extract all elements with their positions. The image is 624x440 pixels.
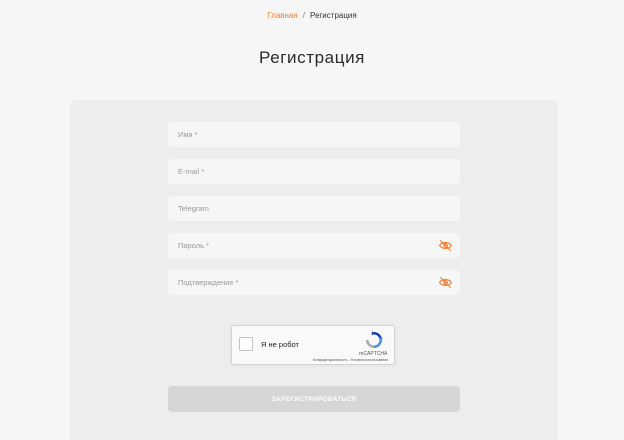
page-title: Регистрация: [259, 48, 365, 67]
confirm-password-input[interactable]: [168, 270, 460, 295]
password-input[interactable]: [168, 233, 460, 258]
eye-off-icon[interactable]: [439, 277, 452, 288]
email-input[interactable]: [168, 159, 460, 184]
recaptcha-privacy-link[interactable]: Конфиденциальность: [313, 358, 347, 362]
register-button[interactable]: ЗАРЕГИСТРИРОВАТЬСЯ: [168, 386, 460, 412]
confirm-password-field: [168, 270, 460, 295]
telegram-field: [168, 196, 460, 221]
recaptcha-widget: Я не робот reCAPTCHA Конфиденциальность …: [231, 325, 395, 365]
breadcrumb-separator: /: [302, 11, 305, 20]
password-field: [168, 233, 460, 258]
registration-form: Я не робот reCAPTCHA Конфиденциальность …: [70, 100, 558, 440]
recaptcha-terms-link[interactable]: Условия использования: [350, 358, 388, 362]
email-field: [168, 159, 460, 184]
recaptcha-logo-icon: [365, 331, 383, 349]
telegram-input[interactable]: [168, 196, 460, 221]
recaptcha-checkbox[interactable]: [239, 337, 253, 351]
breadcrumb-current: Регистрация: [309, 11, 357, 20]
recaptcha-links: Конфиденциальность - Условия использован…: [313, 358, 388, 362]
breadcrumb: Главная / Регистрация: [0, 11, 624, 20]
name-field: [168, 122, 460, 147]
breadcrumb-home-link[interactable]: Главная: [267, 11, 297, 20]
eye-off-icon[interactable]: [439, 240, 452, 251]
recaptcha-label: Я не робот: [261, 340, 299, 349]
name-input[interactable]: [168, 122, 460, 147]
recaptcha-brand: reCAPTCHA: [359, 351, 388, 357]
